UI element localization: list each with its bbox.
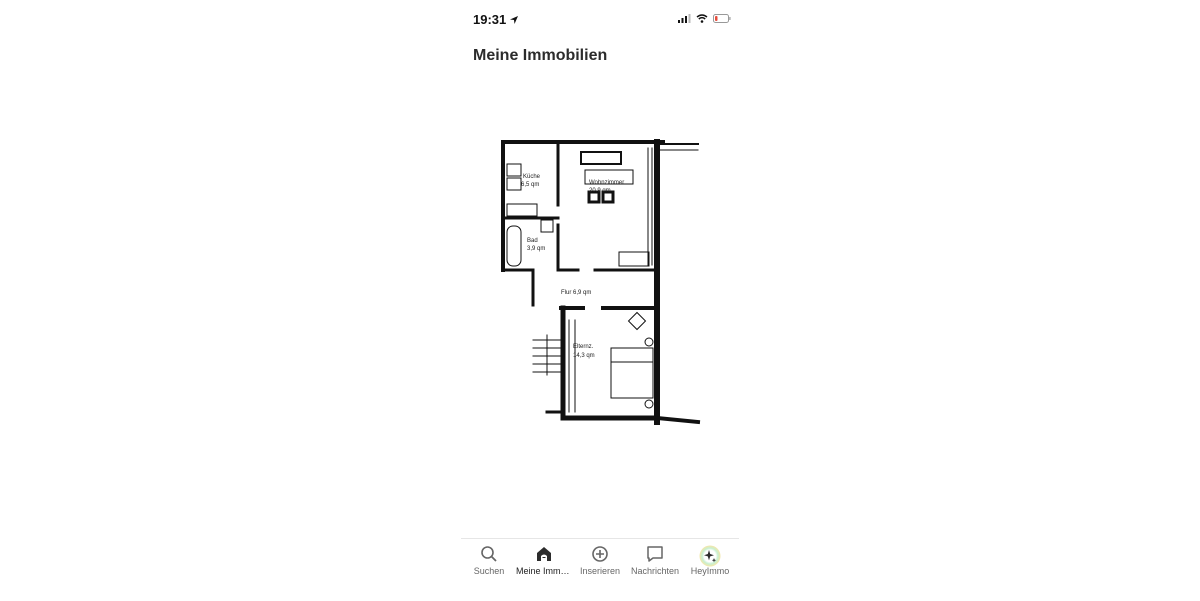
svg-text:Wohnzimmer: Wohnzimmer bbox=[589, 180, 624, 186]
tab-bar: Suchen Meine Immobilien Inserieren bbox=[461, 538, 739, 601]
signal-icon bbox=[678, 14, 691, 23]
svg-text:20,9 qm: 20,9 qm bbox=[589, 188, 611, 194]
tab-label: Nachrichten bbox=[630, 566, 680, 576]
search-icon bbox=[480, 545, 498, 563]
svg-text:Bad: Bad bbox=[527, 238, 538, 244]
floorplan-image[interactable]: Küche 6,5 qm Wohnzimmer 20,9 qm Bad 3,9 … bbox=[493, 130, 703, 435]
status-time: 19:31 bbox=[473, 12, 519, 27]
svg-text:6,5 qm: 6,5 qm bbox=[521, 182, 539, 188]
tab-label: Suchen bbox=[473, 566, 505, 576]
svg-text:3,9 qm: 3,9 qm bbox=[527, 246, 545, 252]
tab-nachrichten[interactable]: Nachrichten bbox=[627, 545, 683, 587]
plus-circle-icon bbox=[591, 545, 609, 563]
tab-label: Inserieren bbox=[579, 566, 621, 576]
wifi-icon bbox=[696, 14, 708, 23]
page-title: Meine Immobilien bbox=[473, 47, 608, 64]
status-time-label: 19:31 bbox=[473, 12, 507, 27]
svg-text:Küche: Küche bbox=[523, 174, 541, 180]
sparkle-icon bbox=[699, 545, 721, 567]
location-arrow-icon bbox=[509, 15, 519, 25]
tab-inserieren[interactable]: Inserieren bbox=[572, 545, 628, 587]
svg-text:Flur 6,9 qm: Flur 6,9 qm bbox=[561, 290, 591, 296]
phone-screen: 19:31 Meine Immobilien Küche 6,5 qm Wohn… bbox=[461, 0, 739, 601]
svg-text:Elternz.: Elternz. bbox=[573, 344, 594, 350]
tab-heyimmo[interactable]: HeyImmo bbox=[682, 545, 738, 587]
tab-suchen[interactable]: Suchen bbox=[461, 545, 517, 587]
tab-label: HeyImmo bbox=[690, 566, 730, 576]
message-icon bbox=[646, 545, 664, 563]
home-icon bbox=[535, 545, 553, 563]
svg-text:14,3 qm: 14,3 qm bbox=[573, 353, 595, 359]
battery-icon bbox=[713, 14, 731, 23]
status-icons bbox=[678, 14, 731, 23]
tab-label: Meine Immobilien bbox=[516, 566, 572, 576]
tab-meine-immobilien[interactable]: Meine Immobilien bbox=[516, 545, 572, 587]
